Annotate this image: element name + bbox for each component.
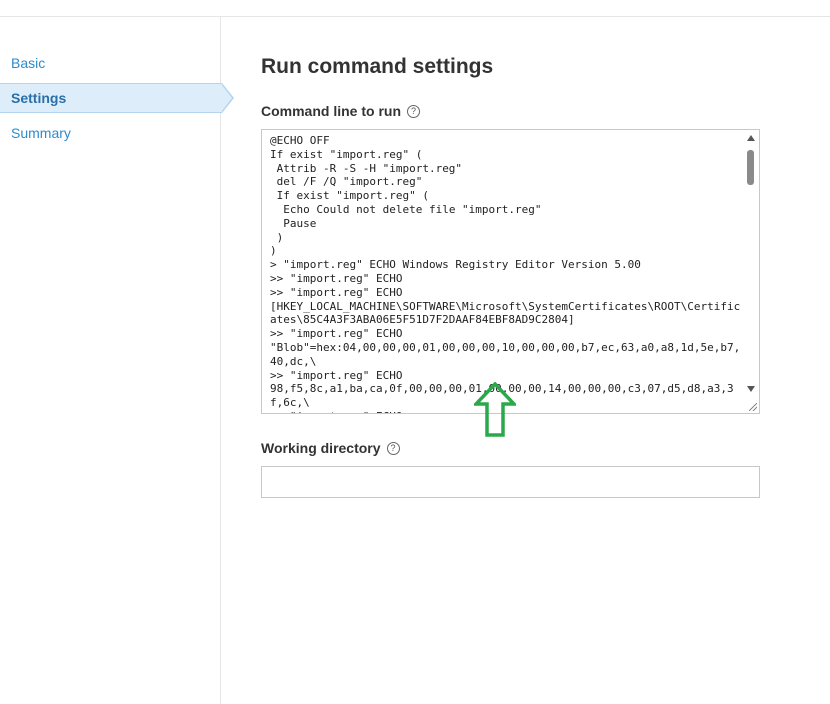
wizard-steps-nav: Basic Settings Summary	[0, 48, 236, 153]
command-line-textarea[interactable]: @ECHO OFF If exist "import.reg" ( Attrib…	[261, 129, 760, 414]
working-directory-label: Working directory ?	[261, 440, 400, 456]
nav-item-settings[interactable]: Settings	[0, 83, 234, 113]
textarea-scrollbar[interactable]	[743, 130, 759, 413]
page-title: Run command settings	[261, 55, 494, 78]
top-border	[0, 16, 830, 17]
nav-item-label: Summary	[11, 125, 71, 141]
nav-item-summary[interactable]: Summary	[0, 118, 236, 148]
scroll-up-icon[interactable]	[747, 135, 755, 141]
nav-item-basic[interactable]: Basic	[0, 48, 236, 78]
working-directory-input-box[interactable]	[261, 466, 760, 498]
scroll-thumb[interactable]	[747, 150, 754, 185]
working-directory-input[interactable]	[262, 467, 759, 497]
working-directory-label-text: Working directory	[261, 440, 381, 456]
nav-item-label: Basic	[11, 55, 46, 71]
command-line-label: Command line to run ?	[261, 103, 420, 119]
annotation-up-arrow-icon	[474, 382, 516, 437]
command-line-label-text: Command line to run	[261, 103, 401, 119]
nav-item-label: Settings	[11, 90, 67, 106]
scroll-down-icon[interactable]	[747, 386, 755, 392]
resize-grip-icon[interactable]	[749, 403, 757, 411]
active-pointer-arrow-fill	[221, 84, 232, 112]
help-icon[interactable]: ?	[386, 441, 400, 455]
help-icon[interactable]: ?	[407, 104, 420, 118]
command-line-text[interactable]: @ECHO OFF If exist "import.reg" ( Attrib…	[270, 134, 742, 413]
